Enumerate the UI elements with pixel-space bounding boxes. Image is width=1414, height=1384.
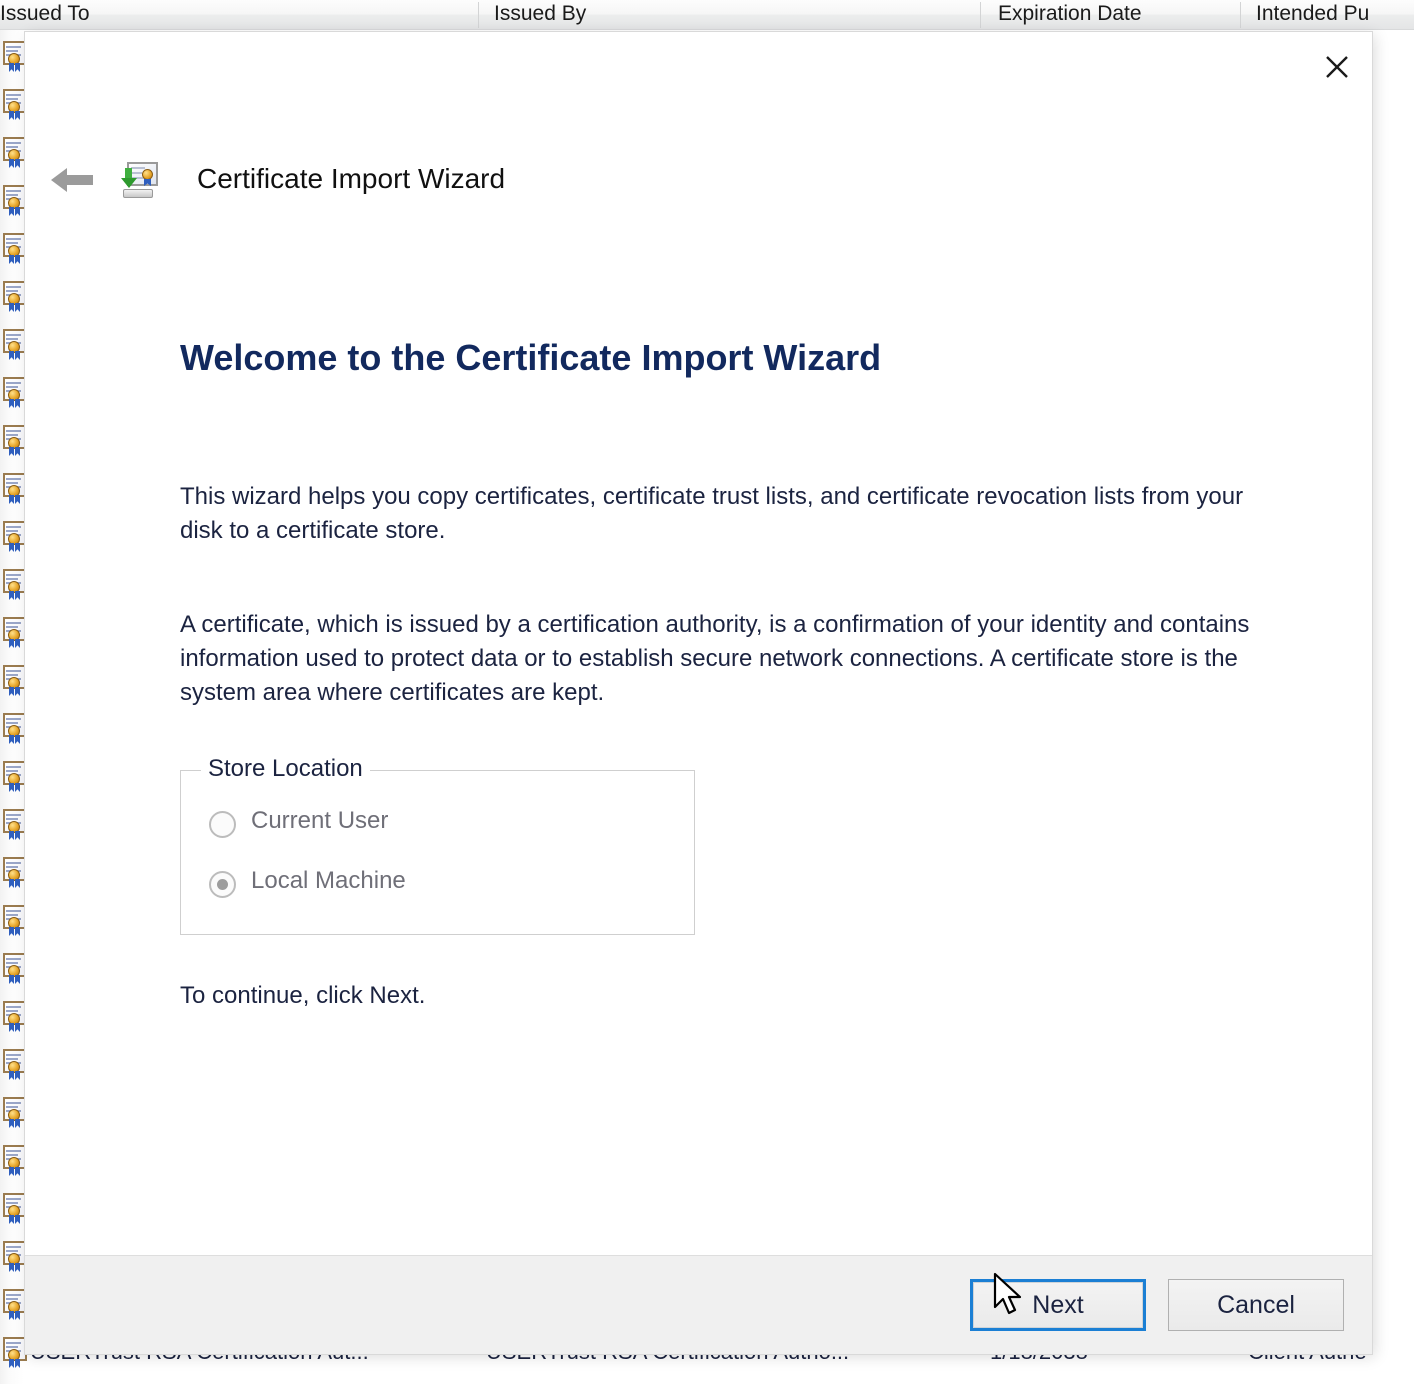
radio-circle-local-machine[interactable] [209,871,236,898]
column-header-expiration-date[interactable]: Expiration Date [990,0,1240,30]
wizard-titlebar [25,32,1372,150]
cancel-button[interactable]: Cancel [1168,1279,1344,1331]
wizard-body: Welcome to the Certificate Import Wizard… [25,212,1372,1255]
wizard-title: Certificate Import Wizard [197,150,505,212]
store-location-legend: Store Location [201,755,370,783]
wizard-nav-row: Certificate Import Wizard [25,150,1372,212]
column-divider[interactable] [478,2,479,28]
next-button-label: Next [973,1282,1143,1328]
column-header-issued-to[interactable]: Issued To [0,0,478,30]
certificate-import-icon [119,160,161,202]
wizard-description-paragraph-2: A certificate, which is issued by a cert… [180,608,1290,710]
certificate-import-wizard-dialog: Certificate Import Wizard Welcome to the… [25,32,1372,1354]
wizard-footer: Next Cancel [25,1255,1372,1354]
certificate-list-column-headers: Issued To Issued By Expiration Date Inte… [0,0,1414,30]
continue-instruction: To continue, click Next. [180,982,425,1010]
back-arrow-icon[interactable] [46,154,102,208]
column-divider[interactable] [1240,2,1241,28]
column-header-issued-by[interactable]: Issued By [486,0,980,30]
wizard-description-paragraph-1: This wizard helps you copy certificates,… [180,480,1270,548]
column-divider[interactable] [980,2,981,28]
radio-circle-current-user[interactable] [209,811,236,838]
page-title: Welcome to the Certificate Import Wizard [180,337,881,379]
radio-label-current-user: Current User [251,807,388,835]
close-icon-glyph [1320,50,1354,84]
store-location-group: Store Location Current User Local Machin… [180,770,695,935]
next-button[interactable]: Next [970,1279,1146,1331]
close-icon[interactable] [1302,32,1372,102]
back-arrow-glyph [49,163,99,197]
column-header-intended-purpose[interactable]: Intended Pu [1248,0,1414,30]
radio-label-local-machine: Local Machine [251,867,406,895]
